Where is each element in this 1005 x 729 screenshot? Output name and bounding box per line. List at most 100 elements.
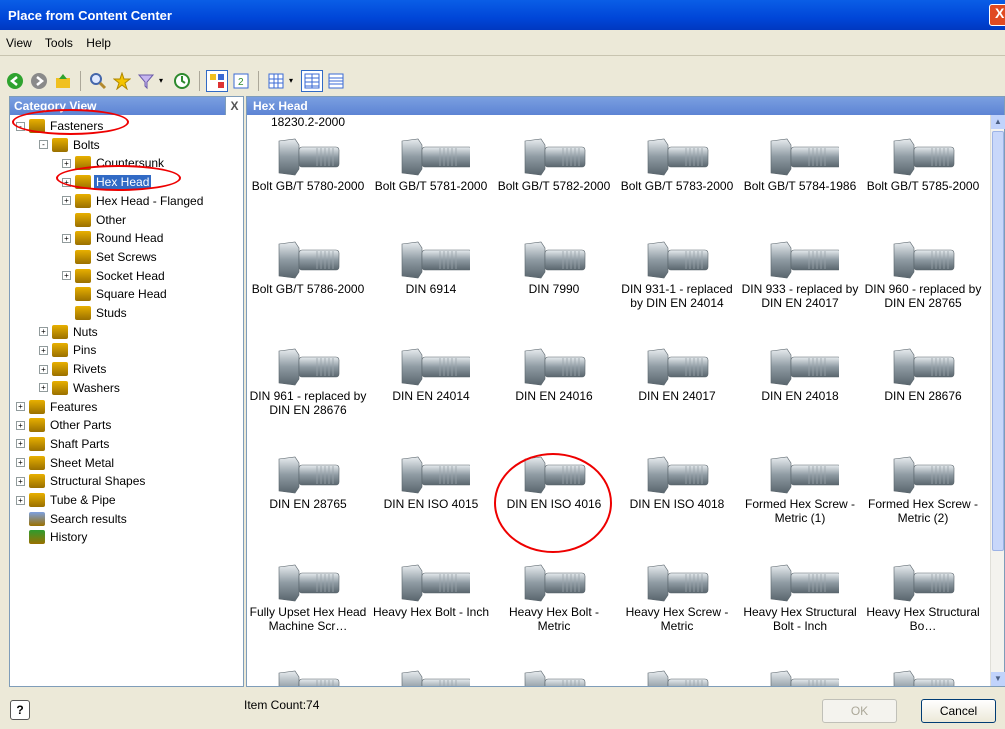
bolt-icon	[739, 238, 861, 282]
filter-icon[interactable]	[135, 70, 157, 92]
tree-item[interactable]: + Tube & Pipe	[16, 491, 118, 509]
family-item[interactable]: Bolt GB/T 5780-2000	[247, 135, 369, 193]
ok-button[interactable]: OK	[822, 699, 897, 723]
family-item[interactable]: DIN 961 - replaced by DIN EN 28676	[247, 345, 369, 417]
family-item[interactable]: DIN EN 24014	[370, 345, 492, 403]
tree-item[interactable]: History	[16, 528, 89, 546]
scroll-thumb[interactable]	[992, 131, 1004, 551]
expand-icon[interactable]: +	[16, 458, 25, 468]
filter-dropdown-icon[interactable]: ▾	[159, 70, 169, 92]
family-item[interactable]: DIN EN 28676	[862, 345, 984, 403]
tree-item[interactable]: + Structural Shapes	[16, 472, 147, 490]
expand-icon[interactable]: +	[62, 196, 71, 206]
family-item[interactable]: DIN 6914	[370, 238, 492, 296]
family-item[interactable]: DIN EN 24016	[493, 345, 615, 403]
expand-icon[interactable]: +	[16, 439, 25, 449]
partial-item-label[interactable]: 18230.2-2000	[247, 115, 369, 129]
family-item[interactable]: DIN 933 - replaced by DIN EN 24017	[739, 238, 861, 310]
family-item-label: DIN EN 28676	[884, 389, 962, 403]
family-item[interactable]: Bolt GB/T 5784-1986	[739, 135, 861, 193]
forward-icon[interactable]	[28, 70, 50, 92]
tree-item[interactable]: Set Screws	[62, 248, 159, 266]
menu-view[interactable]: View	[6, 36, 32, 50]
back-icon[interactable]	[4, 70, 26, 92]
family-item[interactable]: Bolt GB/T 5782-2000	[493, 135, 615, 193]
family-item[interactable]: DIN 931-1 - replaced by DIN EN 24014	[616, 238, 738, 310]
expand-icon[interactable]: +	[39, 345, 48, 355]
family-item[interactable]: Heavy Hex Structural Bo…	[862, 561, 984, 633]
expand-icon[interactable]: +	[39, 327, 48, 337]
expand-icon[interactable]: +	[16, 476, 25, 486]
family-item[interactable]	[616, 667, 738, 686]
expand-icon[interactable]: +	[16, 495, 25, 505]
tree-item[interactable]: + Rivets	[39, 360, 108, 378]
menu-tools[interactable]: Tools	[45, 36, 73, 50]
family-item[interactable]: DIN 960 - replaced by DIN EN 28765	[862, 238, 984, 310]
tree-item[interactable]: Search results	[16, 510, 129, 528]
tree-item[interactable]: + Other Parts	[16, 416, 113, 434]
family-item[interactable]	[739, 667, 861, 686]
family-item[interactable]: Bolt GB/T 5781-2000	[370, 135, 492, 193]
family-item[interactable]: Bolt GB/T 5783-2000	[616, 135, 738, 193]
expand-icon[interactable]: +	[39, 383, 48, 393]
tree-item[interactable]: + Sheet Metal	[16, 454, 116, 472]
tree-item[interactable]: + Features	[16, 398, 99, 416]
history-icon[interactable]	[171, 70, 193, 92]
tree-item[interactable]: + Washers	[39, 379, 122, 397]
expand-icon[interactable]: +	[16, 420, 25, 430]
up-icon[interactable]	[52, 70, 74, 92]
tree-item[interactable]: + Round Head	[62, 229, 165, 247]
vertical-scrollbar[interactable]: ▲ ▼	[990, 115, 1005, 686]
tree-item-label: Hex Head - Flanged	[96, 193, 204, 208]
family-item[interactable]: Heavy Hex Structural Bolt - Inch	[739, 561, 861, 633]
tree-item[interactable]: - Bolts	[39, 136, 102, 154]
family-item[interactable]: DIN EN ISO 4018	[616, 453, 738, 511]
scroll-down-icon[interactable]: ▼	[991, 672, 1005, 686]
table-view-icon[interactable]	[301, 69, 323, 92]
family-item[interactable]	[370, 667, 492, 686]
family-item[interactable]	[247, 667, 369, 686]
family-item[interactable]: Heavy Hex Screw - Metric	[616, 561, 738, 633]
refresh-icon[interactable]: 2	[230, 70, 252, 92]
close-category-view-button[interactable]: X	[225, 97, 243, 115]
family-item[interactable]: DIN EN ISO 4015	[370, 453, 492, 511]
tree-item[interactable]: + Shaft Parts	[16, 435, 111, 453]
tree-item[interactable]: Studs	[62, 304, 129, 322]
cancel-button[interactable]: Cancel	[921, 699, 996, 723]
family-item[interactable]: DIN EN 24018	[739, 345, 861, 403]
help-button[interactable]: ?	[10, 700, 30, 720]
family-item[interactable]: DIN 7990	[493, 238, 615, 296]
family-item[interactable]	[862, 667, 984, 686]
views-dropdown-icon[interactable]: ▾	[289, 70, 299, 92]
family-item[interactable]: Bolt GB/T 5786-2000	[247, 238, 369, 296]
expand-icon[interactable]: +	[39, 364, 48, 374]
tree-item[interactable]: + Socket Head	[62, 267, 167, 285]
tree-item[interactable]: + Hex Head - Flanged	[62, 192, 205, 210]
family-item[interactable]: Heavy Hex Bolt - Inch	[370, 561, 492, 619]
tree-item[interactable]: Square Head	[62, 285, 169, 303]
menu-help[interactable]: Help	[86, 36, 111, 50]
detail-view-icon[interactable]	[325, 70, 347, 92]
family-item[interactable]: Formed Hex Screw - Metric (1)	[739, 453, 861, 525]
tree-view-icon[interactable]	[206, 69, 228, 92]
expand-icon[interactable]: +	[62, 271, 71, 281]
family-item[interactable]: Bolt GB/T 5785-2000	[862, 135, 984, 193]
close-button[interactable]: X	[989, 4, 1005, 26]
expand-icon[interactable]: +	[16, 402, 25, 411]
family-item[interactable]: Formed Hex Screw - Metric (2)	[862, 453, 984, 525]
collapse-icon[interactable]: -	[39, 140, 48, 150]
family-item[interactable]	[493, 667, 615, 686]
scroll-up-icon[interactable]: ▲	[991, 115, 1005, 129]
tree-item[interactable]: + Pins	[39, 341, 98, 359]
family-item[interactable]: DIN EN 24017	[616, 345, 738, 403]
expand-icon[interactable]: +	[62, 233, 71, 243]
views-icon[interactable]	[265, 70, 287, 92]
family-item[interactable]: DIN EN 28765	[247, 453, 369, 511]
favorites-icon[interactable]	[111, 70, 133, 92]
tree-item[interactable]: + Nuts	[39, 323, 100, 341]
family-item[interactable]: Heavy Hex Bolt - Metric	[493, 561, 615, 633]
search-icon[interactable]	[87, 70, 109, 92]
expand-icon[interactable]: +	[62, 158, 71, 168]
family-item[interactable]: Fully Upset Hex Head Machine Scr…	[247, 561, 369, 633]
tree-item[interactable]: Other	[62, 211, 128, 229]
